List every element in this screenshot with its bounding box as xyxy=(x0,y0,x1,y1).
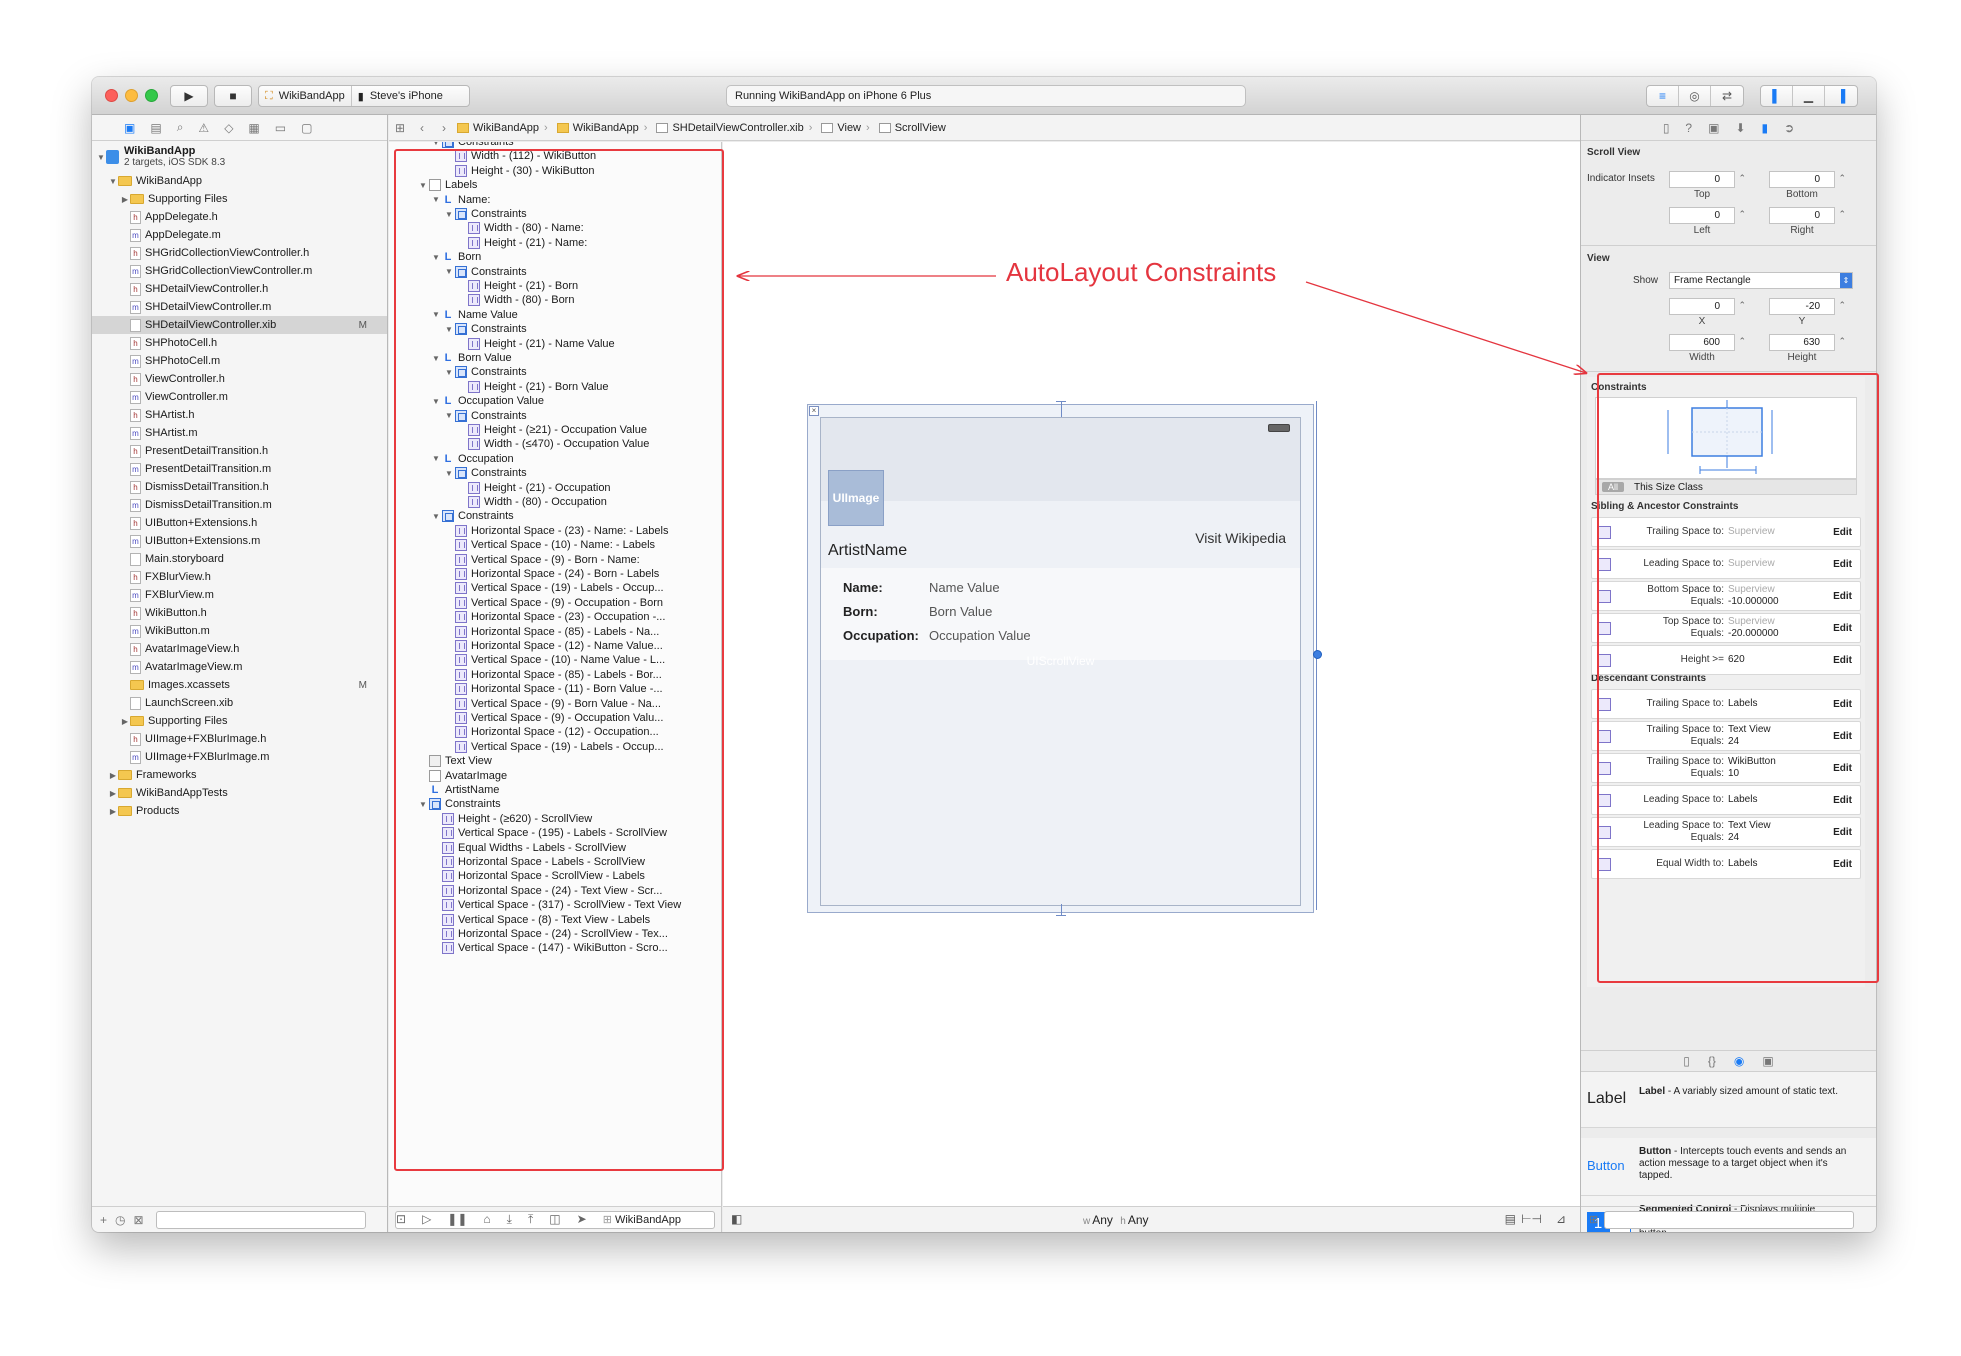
annotation-arrows xyxy=(0,0,1961,1356)
arrow-to-inspector xyxy=(1305,281,1586,373)
